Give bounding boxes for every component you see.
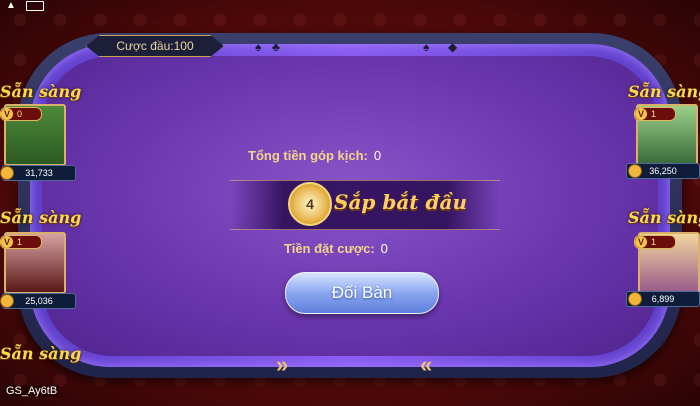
game-id: GS_Ay6tB [4, 385, 60, 397]
bet-amount-label: Tiền đặt cược: [284, 241, 375, 256]
change-table-button[interactable]: Đổi Bàn [285, 272, 439, 314]
base-bet-tab: Cược đầu:100 [86, 35, 224, 57]
total-pot: Tổng tiền góp kịch: 0 [248, 148, 381, 163]
coin-icon [0, 166, 14, 180]
ready-status: Sẵn sàng [0, 208, 82, 227]
level-badge: V0 [0, 107, 42, 121]
alarm-clock-icon: 4 [288, 182, 332, 226]
level-badge: V1 [634, 235, 676, 249]
status-bar: ▲ [6, 0, 44, 12]
coin-icon [628, 164, 642, 178]
countdown-value: 4 [306, 196, 314, 212]
coin-icon [628, 292, 642, 306]
ready-status: Sẵn sàng [0, 82, 82, 101]
spade-icon: ♠ [423, 40, 430, 54]
ready-status: Sẵn sàng [0, 344, 82, 363]
spade-icon: ♠ [255, 40, 262, 54]
total-pot-value: 0 [373, 148, 382, 163]
chevron-left-icon: « [420, 352, 433, 377]
total-pot-label: Tổng tiền góp kịch: [248, 148, 368, 163]
battery-icon [26, 1, 44, 11]
diamond-icon: ◆ [448, 40, 458, 54]
level-badge: V1 [0, 235, 42, 249]
bet-amount: Tiền đặt cược: 0 [284, 241, 388, 256]
ready-status: Sẵn sàng [628, 82, 700, 101]
coin-icon [0, 294, 14, 308]
ready-status: Sẵn sàng [628, 208, 700, 227]
start-text: Sắp bắt đầu [334, 190, 467, 214]
club-icon: ♣ [272, 40, 280, 54]
chevron-right-icon: » [276, 352, 289, 377]
wifi-icon: ▲ [6, 0, 16, 11]
level-badge: V1 [634, 107, 676, 121]
bet-amount-value: 0 [380, 241, 388, 256]
